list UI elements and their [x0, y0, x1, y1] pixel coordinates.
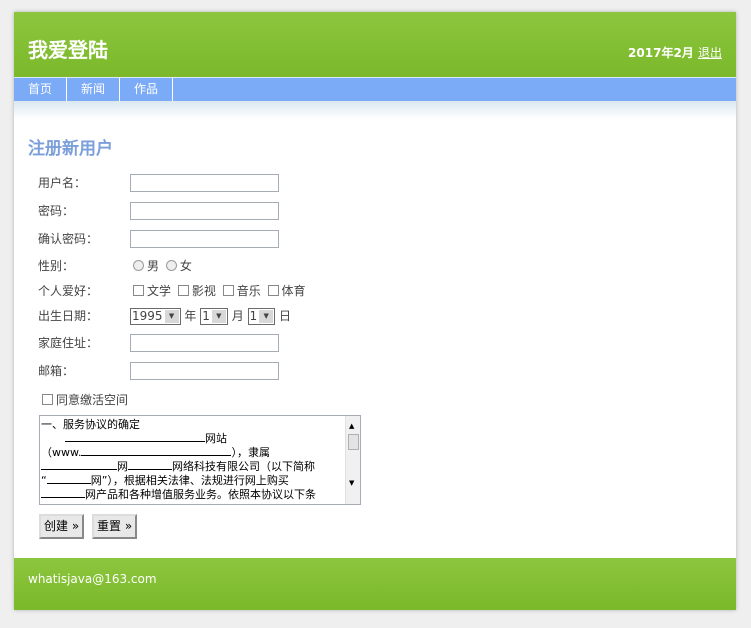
confirm-password-input[interactable]	[130, 230, 279, 248]
nav-shadow	[14, 101, 736, 119]
header-date: 2017年2月	[628, 46, 694, 60]
scroll-down-icon[interactable]: ▼	[349, 476, 354, 490]
agreement-line: 网站	[41, 432, 345, 446]
hobby-music-label: 音乐	[236, 284, 261, 298]
password-input[interactable]	[130, 202, 279, 220]
username-input[interactable]	[130, 174, 279, 192]
birth-day-select[interactable]: 1 ▼	[247, 308, 276, 325]
agreement-line: 一、服务协议的确定	[41, 418, 140, 431]
footer: whatisjava@163.com	[14, 558, 736, 610]
birth-year-select[interactable]: 1995 ▼	[130, 308, 181, 325]
birth-month-select[interactable]: 1 ▼	[200, 308, 228, 325]
chevron-down-icon: ▼	[259, 310, 274, 323]
nav-bar: 首页 新闻 作品	[14, 77, 736, 101]
hobby-sports-checkbox[interactable]	[267, 285, 279, 296]
page-frame: 我爱登陆 2017年2月 退出 首页 新闻 作品 注册新用户 用户名： 密码： …	[14, 12, 736, 610]
hobby-film-label: 影视	[191, 284, 216, 298]
hobby-literature-checkbox[interactable]	[133, 285, 144, 296]
nav-item-works[interactable]: 作品	[120, 78, 174, 101]
day-unit: 日	[279, 309, 292, 323]
chevron-down-icon: ▼	[164, 310, 179, 323]
gender-male-label: 男	[147, 259, 160, 273]
nav-item-news[interactable]: 新闻	[67, 78, 121, 101]
header: 我爱登陆 2017年2月 退出	[14, 12, 736, 77]
birth-month-value: 1	[202, 309, 210, 323]
confirm-password-label: 确认密码：	[38, 232, 99, 246]
scroll-up-icon[interactable]: ▲	[349, 419, 354, 433]
agreement-line: 网网络科技有限公司（以下简称	[41, 460, 345, 474]
month-unit: 月	[231, 309, 244, 323]
footer-email: whatisjava@163.com	[28, 572, 157, 586]
agreement-text: 一、服务协议的确定 网站 （www. ），隶属 网网络科技有限公司（以下简称 “网…	[41, 418, 345, 502]
gender-female-radio[interactable]	[165, 260, 177, 271]
year-unit: 年	[184, 309, 197, 323]
gender-male-radio[interactable]	[133, 260, 144, 271]
hobby-literature-label: 文学	[147, 284, 172, 298]
hobby-film-checkbox[interactable]	[177, 285, 189, 296]
chevron-down-icon: ▼	[211, 310, 226, 323]
header-info: 2017年2月 退出	[628, 44, 722, 61]
scroll-thumb[interactable]	[348, 434, 359, 450]
agreement-textarea[interactable]: 一、服务协议的确定 网站 （www. ），隶属 网网络科技有限公司（以下简称 “网…	[39, 415, 361, 505]
nav-item-home[interactable]: 首页	[14, 78, 68, 101]
agreement-line: （www. ），隶属	[41, 446, 270, 459]
create-button[interactable]: 创建 »	[39, 514, 85, 539]
address-input[interactable]	[130, 334, 279, 352]
agreement-line: “网”），根据相关法律、法规进行网上购买	[41, 474, 289, 487]
hobby-label: 个人爱好：	[38, 284, 99, 298]
agree-label: 同意缴活空间	[56, 393, 129, 407]
agreement-line: 网产品和各种增值服务业务。依照本协议以下条	[41, 488, 345, 502]
password-label: 密码：	[38, 204, 75, 218]
site-title: 我爱登陆	[28, 38, 108, 62]
username-label: 用户名：	[38, 176, 87, 190]
address-label: 家庭住址：	[38, 336, 99, 350]
email-input[interactable]	[130, 362, 279, 380]
logout-link[interactable]: 退出	[698, 46, 722, 60]
birth-day-value: 1	[249, 309, 258, 323]
form-title: 注册新用户	[28, 139, 113, 159]
gender-label: 性别：	[38, 259, 75, 273]
email-label: 邮箱：	[38, 364, 75, 378]
agree-checkbox[interactable]	[42, 394, 53, 405]
agree-row: 同意缴活空间	[42, 392, 128, 408]
birth-label: 出生日期：	[38, 309, 99, 323]
scrollbar[interactable]: ▲ ▼	[345, 416, 360, 504]
hobby-sports-label: 体育	[281, 284, 306, 298]
hobby-music-checkbox[interactable]	[222, 285, 234, 296]
gender-female-label: 女	[179, 259, 192, 273]
reset-button[interactable]: 重置 »	[92, 514, 138, 539]
birth-year-value: 1995	[132, 309, 163, 323]
